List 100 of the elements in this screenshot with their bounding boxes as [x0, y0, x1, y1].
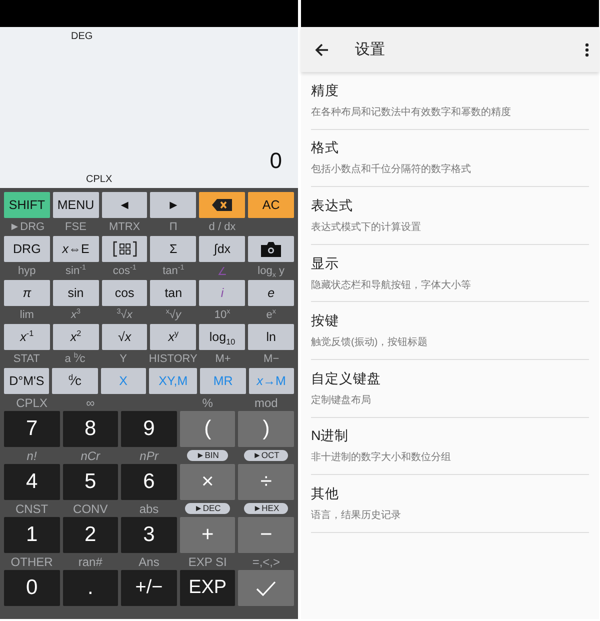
calculator-key[interactable]: 7: [4, 411, 60, 447]
calculator-key[interactable]: ×: [180, 464, 236, 500]
calculator-key[interactable]: ◄: [102, 192, 148, 218]
settings-item[interactable]: N进制 非十进制的数字大小和数位分组: [311, 418, 589, 476]
shift-label: HISTORY: [148, 353, 198, 365]
page-title: 设置: [355, 40, 386, 59]
shift-label: CONV: [73, 502, 108, 516]
calculator-key[interactable]: ►: [150, 192, 196, 218]
calculator-key[interactable]: log$_{10}$: [199, 324, 246, 350]
setting-title: 其他: [311, 484, 340, 503]
calculator-key[interactable]: −: [238, 517, 294, 553]
calculator-key[interactable]: ∫dx: [199, 236, 246, 262]
setting-description: 触觉反馈(振动)，按钮标题: [311, 336, 429, 350]
calculator-key[interactable]: 4: [4, 464, 60, 500]
shift-label: Ans: [138, 554, 160, 568]
setting-description: 隐藏状态栏和导航按钮，字体大小等: [311, 278, 472, 292]
settings-item[interactable]: 表达式 表达式模式下的计算设置: [311, 187, 589, 245]
calculator-key[interactable]: x$^{-1}$: [4, 324, 50, 350]
shift-label: mod: [254, 396, 278, 410]
shift-label: $^{3}$√x: [116, 309, 132, 321]
shift-label: ∠: [217, 264, 228, 278]
setting-description: 在各种布局和记数法中有效数字和幂数的精度: [311, 106, 512, 119]
settings-item[interactable]: 自定义键盘 定制键盘布局: [311, 360, 589, 418]
shift-label: ►DEC: [185, 503, 230, 514]
calculator-key[interactable]: 9: [121, 411, 177, 447]
calculator-key[interactable]: 5: [62, 464, 118, 500]
shift-label: log$_{x}$ y: [258, 265, 284, 277]
settings-item[interactable]: 格式 包括小数点和千位分隔符的数字格式: [311, 130, 589, 188]
calculator-key[interactable]: x⇔E: [52, 236, 99, 262]
shift-label: Y: [120, 353, 127, 365]
shift-label: nCr: [80, 448, 100, 462]
shift-label: STAT: [13, 353, 40, 365]
calculator-key[interactable]: sin: [52, 280, 99, 306]
calculator-key[interactable]: ÷: [238, 464, 294, 500]
shift-label: $^{x}$√y: [166, 309, 181, 321]
setting-description: 语言，结果历史记录: [311, 508, 402, 522]
shift-label: ►HEX: [244, 503, 288, 514]
calculator-key[interactable]: ln: [248, 324, 294, 350]
calculator-key[interactable]: (: [180, 411, 236, 447]
settings-item[interactable]: 按键 触觉反馈(振动)，按钮标题: [311, 302, 589, 360]
calculator-key[interactable]: π: [4, 280, 50, 306]
shift-label: =,<,>: [252, 554, 280, 568]
calculator-key[interactable]: SHIFT: [4, 192, 50, 218]
setting-title: 格式: [311, 139, 340, 158]
check-icon: [256, 580, 276, 596]
shift-label: FSE: [65, 221, 86, 233]
shift-label: cos$^{-1}$: [112, 265, 136, 277]
calculator-key[interactable]: 2: [62, 517, 118, 553]
settings-item[interactable]: 显示 隐藏状态栏和导航按钮，字体大小等: [311, 244, 589, 302]
shift-label: Π: [169, 221, 178, 233]
display-value: 0: [270, 148, 282, 174]
calculator-key[interactable]: 1: [4, 517, 60, 553]
calculator-key[interactable]: Σ: [150, 236, 196, 262]
calculator-key[interactable]: √x: [102, 324, 148, 350]
calculator-key[interactable]: e: [248, 280, 294, 306]
calculator-key[interactable]: +: [180, 517, 236, 553]
setting-title: N进制: [311, 427, 350, 446]
calculator-key[interactable]: 8: [62, 411, 118, 447]
backspace-icon: [212, 199, 232, 211]
shift-label: nPr: [140, 448, 158, 462]
calculator-key[interactable]: 6: [121, 464, 177, 500]
calculator-key[interactable]: .: [62, 570, 118, 606]
shift-label: ∞: [86, 396, 95, 410]
shift-label: ►DRG: [9, 221, 45, 233]
calculator-key[interactable]: +/−: [121, 570, 177, 606]
setting-description: 非十进制的数字大小和数位分组: [311, 450, 452, 464]
calculator-key[interactable]: MENU: [52, 192, 99, 218]
setting-title: 表达式: [311, 196, 354, 215]
shift-label: ►BIN: [187, 450, 228, 461]
calculator-key[interactable]: cos: [102, 280, 148, 306]
shift-label: M+: [215, 353, 231, 365]
calculator-key[interactable]: ): [238, 411, 294, 447]
shift-label: CNST: [15, 502, 48, 516]
settings-item[interactable]: 其他 语言，结果历史记录: [311, 475, 589, 533]
calculator-key[interactable]: tan: [150, 280, 196, 306]
shift-label: ►OCT: [244, 450, 288, 461]
calculator-key[interactable]: [248, 236, 294, 262]
calculator-key[interactable]: 3: [121, 517, 177, 553]
calculator-key[interactable]: 0: [4, 570, 60, 606]
calculator-key[interactable]: [102, 236, 148, 262]
calculator-key[interactable]: DRG: [4, 236, 50, 262]
shift-label: x$^{3}$: [71, 309, 80, 321]
settings-item[interactable]: 精度 在各种布局和记数法中有效数字和幂数的精度: [311, 72, 589, 130]
more-icon[interactable]: [585, 42, 589, 56]
complex-indicator: CPLX: [86, 174, 112, 185]
calculator-key[interactable]: EXP: [180, 570, 236, 606]
shift-label: OTHER: [10, 554, 53, 568]
calculator-key[interactable]: x$^{y}$: [150, 324, 196, 350]
shift-label: CPLX: [16, 396, 48, 410]
shift-label: ran#: [78, 554, 102, 568]
calculator-key[interactable]: [199, 192, 246, 218]
calculator-key[interactable]: D°M'S: [4, 368, 50, 394]
back-icon[interactable]: [315, 42, 329, 56]
calculator-key[interactable]: AC: [248, 192, 294, 218]
shift-label: EXP SI: [188, 554, 227, 568]
shift-label: tan$^{-1}$: [162, 265, 184, 277]
shift-label: MTRX: [108, 221, 140, 233]
calculator-key[interactable]: x$^{2}$: [52, 324, 99, 350]
calculator-key[interactable]: $^{d}$⁄c: [52, 368, 98, 394]
matrix-icon: [112, 241, 137, 257]
